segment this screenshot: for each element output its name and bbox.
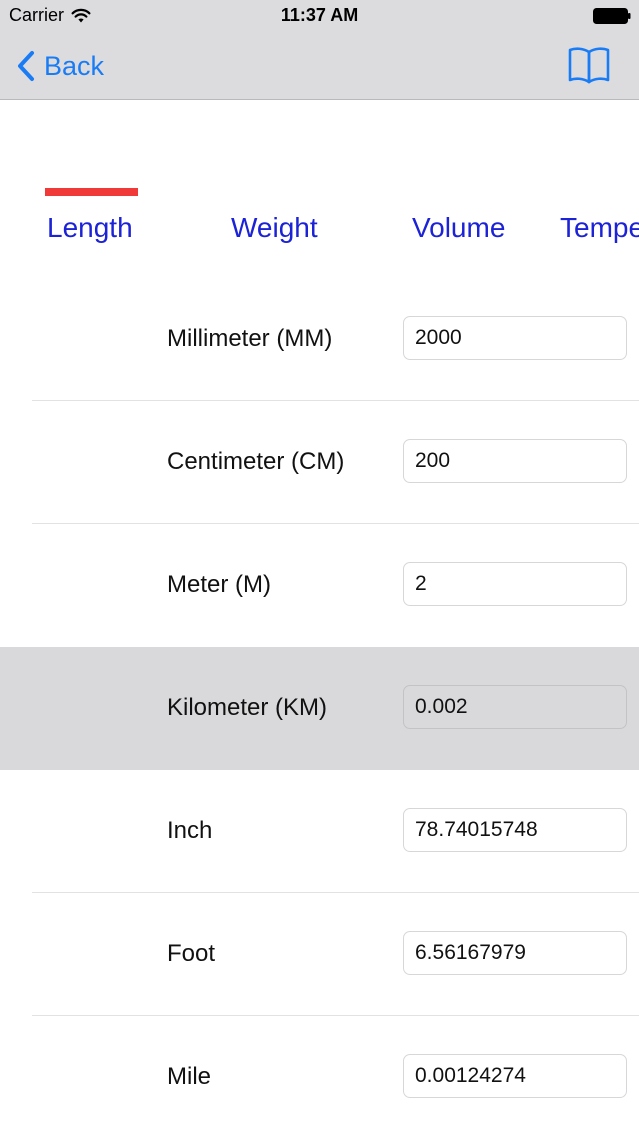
centimeter-input[interactable]: [403, 439, 627, 483]
screen: Carrier 11:37 AM Back Length Weight Volu…: [0, 0, 639, 1136]
unit-row-millimeter[interactable]: Millimeter (MM): [0, 278, 639, 401]
unit-row-kilometer[interactable]: Kilometer (KM): [0, 647, 639, 770]
unit-list: Millimeter (MM) Centimeter (CM) Meter (M…: [0, 278, 639, 1136]
unit-row-mile[interactable]: Mile: [0, 1016, 639, 1136]
unit-row-meter[interactable]: Meter (M): [0, 524, 639, 647]
navigation-bar: Carrier 11:37 AM Back: [0, 0, 639, 100]
unit-label: Kilometer (KM): [167, 694, 328, 721]
back-label: Back: [44, 50, 105, 81]
status-time: 11:37 AM: [280, 5, 359, 25]
millimeter-input[interactable]: [403, 316, 627, 360]
unit-label: Millimeter (MM): [167, 325, 333, 352]
tab-temperature[interactable]: Tempe: [560, 212, 639, 244]
unit-label: Inch: [167, 817, 213, 844]
unit-label: Centimeter (CM): [167, 448, 345, 475]
kilometer-input[interactable]: [403, 685, 627, 729]
unit-row-inch[interactable]: Inch: [0, 770, 639, 893]
meter-input[interactable]: [403, 562, 627, 606]
battery-icon: [593, 8, 631, 24]
unit-label: Foot: [167, 940, 216, 967]
unit-row-foot[interactable]: Foot: [0, 893, 639, 1016]
book-icon[interactable]: [567, 44, 611, 86]
tab-length[interactable]: Length: [47, 212, 133, 244]
back-button[interactable]: Back: [16, 44, 104, 88]
tab-weight[interactable]: Weight: [231, 212, 318, 244]
tab-volume[interactable]: Volume: [412, 212, 505, 244]
unit-label: Mile: [167, 1063, 212, 1090]
mile-input[interactable]: [403, 1054, 627, 1098]
tab-selection-indicator: [45, 188, 138, 196]
unit-label: Meter (M): [167, 571, 271, 598]
inch-input[interactable]: [403, 808, 627, 852]
chevron-left-icon: [18, 51, 34, 81]
foot-input[interactable]: [403, 931, 627, 975]
unit-row-centimeter[interactable]: Centimeter (CM): [0, 401, 639, 524]
